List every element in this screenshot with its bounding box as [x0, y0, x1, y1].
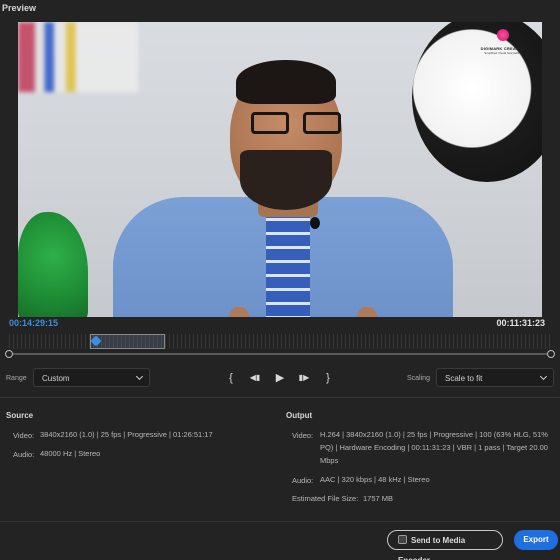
scrub-out-handle[interactable]: [547, 350, 555, 358]
current-timecode[interactable]: 00:14:29:15: [9, 318, 58, 328]
range-dropdown-value: Custom: [42, 374, 70, 383]
play-button[interactable]: ▶: [272, 371, 288, 385]
footer-divider: [0, 521, 560, 522]
background-wall-art: [18, 22, 138, 92]
send-to-media-encoder-button[interactable]: Send to Media Encoder: [387, 530, 503, 560]
send-to-media-encoder-label: Send to Media Encoder: [398, 536, 466, 560]
lapel-mic: [310, 217, 320, 229]
source-audio-value: 48000 Hz | Stereo: [40, 449, 101, 458]
range-label: Range: [6, 375, 27, 382]
timeline-ruler[interactable]: [9, 334, 551, 349]
duration-timecode: 00:11:31:23: [496, 318, 545, 328]
watermark-tagline: Simplified Visual Storytelling: [484, 51, 522, 55]
media-encoder-icon: [398, 535, 407, 544]
step-forward-button[interactable]: ▮▶: [296, 371, 312, 385]
output-audio-value: AAC | 320 kbps | 48 kHz | Stereo: [320, 475, 430, 484]
export-button[interactable]: Export: [514, 530, 558, 550]
source-video-label: Video:: [13, 431, 35, 440]
presenter-kurta-embroidery: [266, 212, 310, 317]
source-audio-label: Audio:: [13, 450, 35, 459]
scaling-label: Scaling: [407, 375, 430, 382]
watermark-logo-icon: [497, 29, 509, 41]
scrub-in-handle[interactable]: [5, 350, 13, 358]
source-title: Source: [6, 411, 34, 420]
scaling-dropdown-value: Scale to fit: [445, 374, 483, 383]
output-video-value: H.264 | 3840x2160 (1.0) | 25 fps | Progr…: [320, 430, 548, 465]
background-plant: [18, 212, 88, 317]
chevron-down-icon: [539, 372, 548, 381]
output-audio-label: Audio:: [292, 476, 314, 485]
estimated-size-label: Estimated File Size:: [292, 494, 359, 503]
watermark-logo: DIGIMARK CREATIVE Simplified Visual Stor…: [474, 28, 532, 55]
scaling-dropdown[interactable]: Scale to fit: [436, 368, 554, 387]
video-preview: DIGIMARK CREATIVE Simplified Visual Stor…: [18, 22, 542, 317]
chevron-down-icon: [135, 372, 144, 381]
set-out-point-button[interactable]: }: [321, 371, 335, 385]
range-dropdown[interactable]: Custom: [33, 368, 150, 387]
estimated-size-value: 1757 MB: [363, 494, 394, 503]
presenter-beard: [240, 150, 332, 210]
transport-controls: { ◀▮ ▶ ▮▶ }: [224, 371, 336, 385]
presenter-hair: [236, 60, 336, 104]
section-divider: [0, 397, 560, 398]
output-video-label: Video:: [292, 431, 314, 440]
set-in-point-button[interactable]: {: [224, 371, 238, 385]
presenter-glasses: [251, 112, 341, 136]
preview-title: Preview: [2, 3, 37, 13]
scrub-bar[interactable]: [5, 350, 555, 358]
source-video-value: 3840x2160 (1.0) | 25 fps | Progressive |…: [40, 430, 213, 439]
output-title: Output: [286, 411, 313, 420]
timeline-range-selection[interactable]: [90, 334, 165, 349]
step-back-button[interactable]: ◀▮: [247, 371, 263, 385]
